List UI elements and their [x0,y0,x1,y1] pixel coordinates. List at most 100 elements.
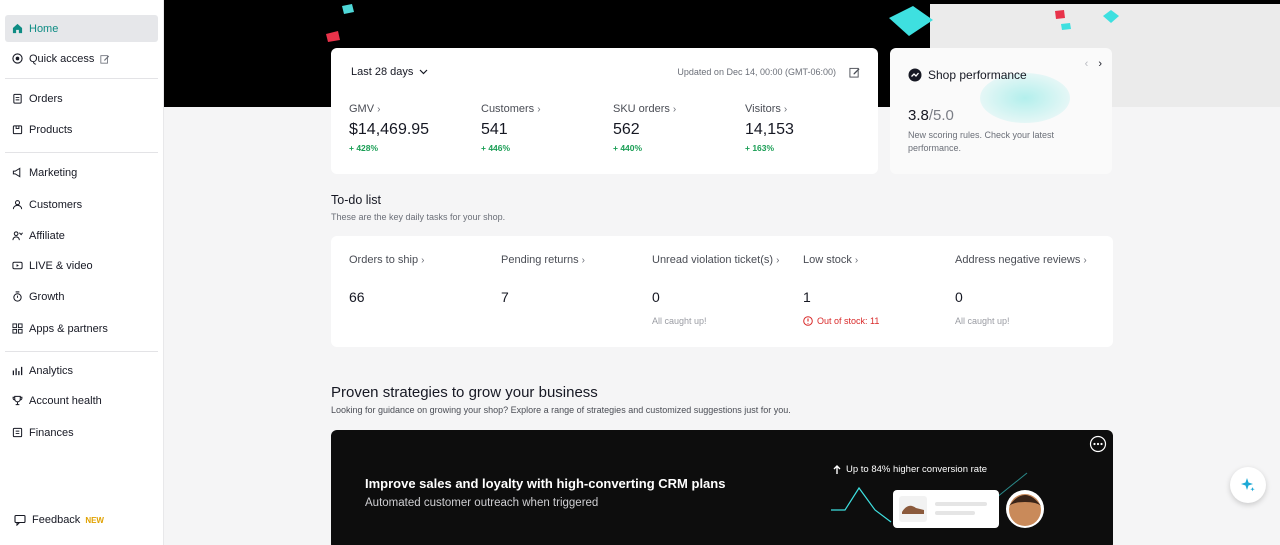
ai-assistant-button[interactable] [1230,467,1266,503]
metric-sku-orders[interactable]: SKU orders › 562 + 440% [613,103,733,153]
sidebar-item-label: Products [29,123,73,136]
task-label: Address negative reviews [955,254,1081,266]
task-note: All caught up! [955,316,1010,326]
sidebar-item-account-health[interactable]: Account health [5,387,158,414]
sidebar-item-label: Account health [29,394,102,407]
trophy-icon [12,395,23,406]
todo-subtitle: These are the key daily tasks for your s… [331,212,506,222]
chevron-right-icon: › [537,103,541,115]
analytics-icon [12,365,23,376]
task-note: Out of stock: 11 [803,316,953,326]
sidebar-item-orders[interactable]: Orders [5,85,158,112]
metric-customers[interactable]: Customers › 541 + 446% [481,103,601,153]
todo-card: Orders to ship › 66 Pending returns › 7 Un… [331,236,1113,347]
sidebar-item-growth[interactable]: Growth [5,283,158,310]
orders-icon [12,93,23,104]
confetti-decoration [342,4,354,14]
confetti-decoration [1055,10,1065,19]
sidebar-item-products[interactable]: Products [5,116,158,143]
sidebar-item-label: Orders [29,92,63,105]
strategies-title: Proven strategies to grow your business [331,384,598,401]
more-options-icon[interactable] [1089,435,1107,458]
sidebar-item-analytics[interactable]: Analytics [5,357,158,384]
task-orders-to-ship[interactable]: Orders to ship › 66 [349,254,499,305]
metric-change: + 163% [745,143,775,153]
chevron-right-icon: › [1083,254,1087,266]
task-label: Orders to ship [349,254,419,266]
sidebar-item-label: Quick access [29,52,95,65]
sidebar-item-customers[interactable]: Customers [5,191,158,218]
sidebar-item-quick-access[interactable]: Quick access [5,45,158,72]
affiliate-icon [12,230,23,241]
metrics-card: Last 28 days Updated on Dec 14, 00:00 (G… [331,48,878,174]
feedback-button[interactable]: Feedback NEW [14,514,104,526]
carousel-nav: ‹ › [1085,58,1102,70]
confetti-decoration [1061,23,1071,30]
sidebar-item-label: Analytics [29,364,74,377]
chevron-right-icon: › [421,254,425,266]
metric-value: 562 [613,121,640,138]
alert-icon [803,316,813,326]
feedback-icon [14,514,26,526]
performance-icon [908,68,922,82]
growth-icon [12,291,23,302]
task-label: Low stock [803,254,852,266]
date-range-select[interactable]: Last 28 days [351,66,428,78]
sidebar-item-finances[interactable]: Finances [5,419,158,446]
strategies-subtitle: Looking for guidance on growing your sho… [331,405,791,415]
task-negative-reviews[interactable]: Address negative reviews › 0 All caught u… [955,254,1110,326]
sidebar-item-live-video[interactable]: LIVE & video [5,252,158,279]
video-icon [12,260,23,271]
chevron-right-icon: › [776,254,780,266]
banner-subtitle: Automated customer outreach when trigger… [365,497,599,509]
metric-label: GMV [349,103,375,115]
metric-label: SKU orders [613,103,670,115]
customers-icon [12,199,23,210]
sparkle-icon [1240,477,1256,493]
task-pending-returns[interactable]: Pending returns › 7 [501,254,651,305]
score-max: /5.0 [928,107,954,124]
task-note: All caught up! [652,316,707,326]
out-of-stock-text: Out of stock: 11 [817,316,880,326]
home-icon [12,23,23,34]
sidebar-item-home[interactable]: Home [5,15,158,42]
quick-access-icon [12,53,23,64]
banner-title: Improve sales and loyalty with high-conv… [365,476,726,491]
chevron-right-icon: › [854,254,859,266]
feedback-label: Feedback [32,514,81,526]
metric-value: 14,153 [745,121,794,138]
chevron-right-icon: › [783,103,788,115]
next-arrow-icon[interactable]: › [1098,58,1102,70]
task-value: 7 [501,289,509,305]
date-range-label: Last 28 days [351,66,414,78]
sidebar-item-affiliate[interactable]: Affiliate [5,222,158,249]
sidebar-item-label: Home [29,22,59,35]
edit-icon[interactable] [849,65,860,83]
shop-performance-card[interactable]: ‹ › Shop performance 3.8/5.0 New scoring… [890,48,1112,174]
megaphone-icon [12,167,23,178]
metric-change: + 446% [481,143,511,153]
sidebar-item-label: Customers [29,198,83,211]
metric-gmv[interactable]: GMV › $14,469.95 + 428% [349,103,469,153]
shop-performance-label: Shop performance [928,68,1027,82]
task-low-stock[interactable]: Low stock › 1 Out of stock: 11 [803,254,953,326]
chevron-right-icon: › [672,103,677,115]
divider [5,78,158,79]
task-violation-tickets[interactable]: Unread violation ticket(s) › 0 All caught… [652,254,802,326]
sidebar-item-label: Growth [29,290,65,303]
confetti-decoration [326,31,340,42]
chevron-right-icon: › [377,103,381,115]
sidebar-item-label: Finances [29,426,74,439]
metric-value: 541 [481,121,508,138]
crm-banner[interactable]: Improve sales and loyalty with high-conv… [331,430,1113,545]
sidebar-item-marketing[interactable]: Marketing [5,159,158,186]
new-badge: NEW [85,515,104,525]
metric-visitors[interactable]: Visitors › 14,153 + 163% [745,103,865,153]
finances-icon [12,427,23,438]
metric-change: + 428% [349,143,379,153]
products-icon [12,124,23,135]
prev-arrow-icon[interactable]: ‹ [1085,58,1089,70]
sidebar-item-apps-partners[interactable]: Apps & partners [5,315,158,342]
task-label: Unread violation ticket(s) [652,254,774,266]
edit-icon[interactable] [100,54,110,64]
